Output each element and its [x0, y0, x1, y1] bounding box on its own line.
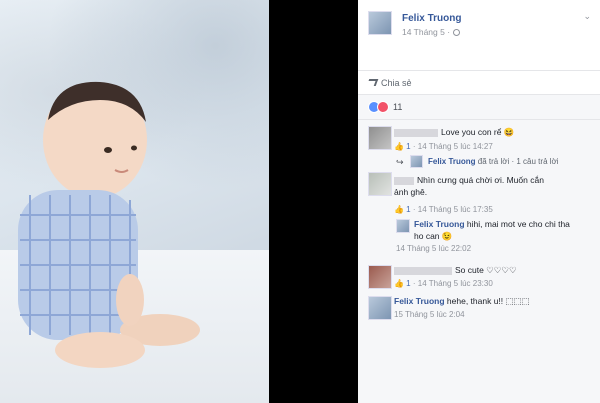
like-count[interactable]: 👍 1: [394, 142, 411, 151]
chevron-down-icon[interactable]: ⌄: [583, 11, 591, 22]
comment-body-line2: ảnh ghê.: [394, 187, 428, 197]
globe-icon: [453, 29, 461, 37]
divider: [358, 70, 600, 71]
comment-text: Nhìn cưng quá chời ơi. Muốn cắn ảnh ghê.: [394, 174, 594, 198]
baby-illustration: [18, 81, 200, 368]
post-author[interactable]: Felix Truong: [402, 13, 461, 24]
divider: [358, 119, 600, 120]
author-reply-avatar[interactable]: [368, 296, 392, 320]
like-count[interactable]: 👍 1: [394, 279, 411, 288]
commenter-avatar[interactable]: [368, 126, 392, 150]
comment-meta: 👍 1 · 14 Tháng 5 lúc 17:35: [394, 205, 493, 214]
comments-area: [358, 94, 600, 403]
commenter-avatar[interactable]: [368, 265, 392, 289]
reply-avatar: [410, 155, 423, 168]
reply-avatar[interactable]: [396, 219, 410, 233]
commenter-avatar[interactable]: [368, 172, 392, 196]
reply-arrow-icon: ↪: [396, 157, 404, 167]
comment-time[interactable]: · 14 Tháng 5 lúc 17:35: [413, 205, 493, 214]
comment-body: hehe, thank u!! ⬚⬚⬚: [446, 296, 530, 306]
comment-meta: 👍 1 · 14 Tháng 5 lúc 23:30: [394, 279, 493, 288]
comment-time[interactable]: 15 Tháng 5 lúc 2:04: [394, 310, 465, 319]
comment-meta: 👍 1 · 14 Tháng 5 lúc 14:27: [394, 142, 493, 151]
reply-body-line2: ho can 😉: [414, 231, 453, 241]
comment-text: So cute ♡♡♡♡: [394, 264, 517, 276]
comment-author[interactable]: Felix Truong: [394, 296, 445, 306]
commenter-name-blurred[interactable]: [394, 266, 452, 275]
reply-body-line1: hihi, mai mot ve cho chi tha: [466, 219, 570, 229]
comment-body: Love you con rể 😆: [441, 127, 515, 137]
author-avatar[interactable]: [368, 11, 392, 35]
comment-text: Love you con rể 😆: [394, 126, 514, 138]
reaction-count: 11: [393, 102, 403, 112]
share-button[interactable]: Chia sẻ: [366, 78, 412, 88]
reply-count-text: đã trả lời · 1 câu trả lời: [477, 157, 559, 166]
reply-time[interactable]: 14 Tháng 5 lúc 22:02: [396, 244, 471, 253]
post-header: Felix Truong 14 Tháng 5 · ⌄: [368, 9, 593, 49]
post-date-text: 14 Tháng 5 ·: [402, 27, 451, 37]
reply-author[interactable]: Felix Truong: [414, 219, 465, 229]
reply-summary-text[interactable]: Felix Truong đã trả lời · 1 câu trả lời: [428, 157, 559, 166]
comment-time[interactable]: · 14 Tháng 5 lúc 14:27: [413, 142, 493, 151]
comment-body-line1: Nhìn cưng quá chời ơi. Muốn cắn: [417, 175, 544, 185]
share-label: Chia sẻ: [381, 78, 412, 88]
comment-text: Felix Truong hehe, thank u!! ⬚⬚⬚: [394, 295, 530, 307]
baby-photo: [0, 0, 269, 403]
reply-summary[interactable]: ↪: [396, 157, 404, 168]
divider: [358, 94, 600, 95]
reply-author: Felix Truong: [428, 157, 476, 166]
commenter-name-blurred[interactable]: [394, 176, 414, 185]
comment-body: So cute ♡♡♡♡: [455, 265, 517, 275]
reply-text: Felix Truong hihi, mai mot ve cho chi th…: [414, 218, 594, 242]
post-date[interactable]: 14 Tháng 5 ·: [402, 27, 461, 37]
comment-time[interactable]: · 14 Tháng 5 lúc 23:30: [413, 279, 493, 288]
share-icon: [366, 79, 379, 86]
post-sidebar: Felix Truong 14 Tháng 5 · ⌄ Chia sẻ 11 L…: [358, 0, 600, 403]
commenter-name-blurred[interactable]: [394, 128, 438, 137]
love-reaction-icon: [377, 101, 389, 113]
like-count[interactable]: 👍 1: [394, 205, 411, 214]
